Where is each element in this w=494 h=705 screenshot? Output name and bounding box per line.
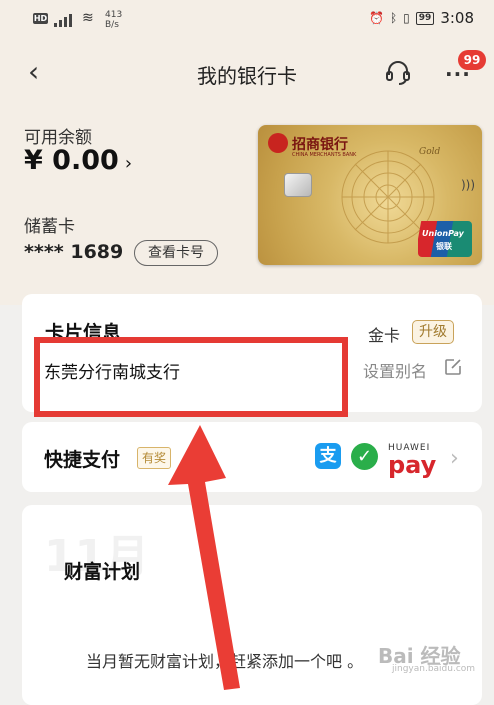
bank-name: 招商银行 [292,137,348,153]
customer-service-icon[interactable] [384,58,412,86]
speed-value: 413 [105,10,123,20]
bank-logo-icon [268,133,288,153]
chevron-right-icon: › [124,153,133,174]
status-right: ⏰ ᛒ ▯ 99 3:08 [369,9,474,27]
battery-icon: 99 [415,11,435,25]
page-title: 我的银行卡 [197,64,297,88]
vibrate-icon: ▯ [403,11,410,25]
chip-icon [284,173,312,197]
balance-amount[interactable]: ¥ 0.00 › [24,145,132,176]
wechat-pay-icon: ✓ [351,443,378,470]
set-alias-button[interactable]: 设置别名 [363,358,427,382]
branch-name: 东莞分行南城支行 [44,363,180,383]
contactless-icon: ))) [461,178,476,192]
alipay-icon: 支 [315,443,341,469]
huawei-pay-logo: pay [388,451,437,479]
unionpay-text-cn: 银联 [436,242,452,251]
wifi-icon: ≋ [82,10,94,26]
card-tier: Gold [419,147,441,157]
status-bar: HD ≋ 413 B/s ⏰ ᛒ ▯ 99 3:08 [0,0,494,38]
chevron-right-icon[interactable]: › [450,446,459,471]
speed-unit: B/s [105,20,119,30]
masked-card-number: **** 1689 [24,241,124,263]
reward-badge: 有奖 [137,447,172,469]
card-type: 储蓄卡 [24,217,75,237]
hd-icon: HD [33,13,48,24]
quick-pay-title: 快捷支付 [44,449,121,471]
unionpay-logo-icon: UnionPay 银联 [418,221,472,257]
clock: 3:08 [440,9,474,27]
wealth-plan-title: 财富计划 [64,561,141,583]
card-level: 金卡 [368,326,401,345]
unionpay-text: UnionPay [422,229,464,238]
upgrade-button[interactable]: 升级 [412,320,454,344]
network-speed: 413 B/s [105,10,122,30]
alarm-icon: ⏰ [369,11,384,25]
view-card-number-button[interactable]: 查看卡号 [134,240,218,266]
signal-icon [54,13,76,27]
notification-badge: 99 [458,50,486,70]
bank-name-en: CHINA MERCHANTS BANK [292,152,357,158]
balance-value: ¥ 0.00 [24,145,119,176]
bank-card-image[interactable]: 招商银行 CHINA MERCHANTS BANK Gold ))) Union… [258,125,482,265]
baidu-watermark-url: jingyan.baidu.com [392,664,476,674]
edit-icon[interactable] [444,358,462,376]
empty-state-text: 当月暂无财富计划，赶紧添加一个吧 。 [86,652,364,671]
bluetooth-icon: ᛒ [389,11,398,25]
